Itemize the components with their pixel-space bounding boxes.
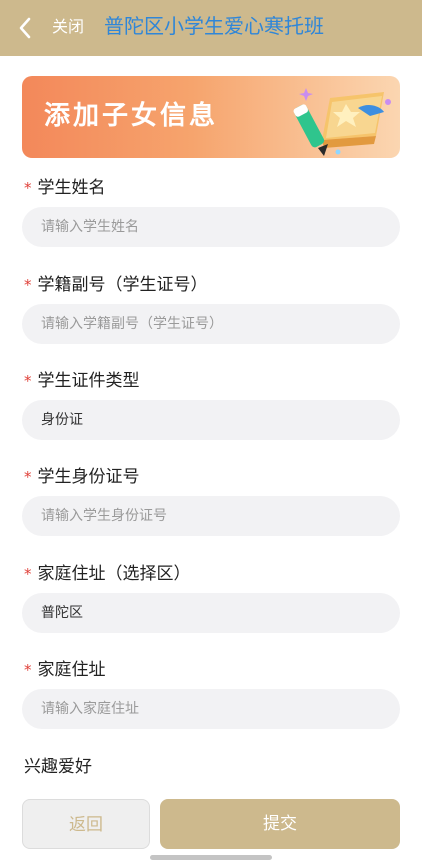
student-number-label: * 学籍副号（学生证号）	[24, 275, 208, 295]
district-label: * 家庭住址（选择区）	[24, 564, 191, 584]
top-nav-bar: 关闭 普陀区小学生爱心寒托班	[0, 0, 422, 56]
student-name-label: * 学生姓名	[24, 178, 106, 198]
student-number-input[interactable]: 请输入学籍副号（学生证号）	[22, 304, 400, 344]
student-name-input[interactable]: 请输入学生姓名	[22, 207, 400, 247]
id-number-label: * 学生身份证号	[24, 467, 140, 487]
submit-button[interactable]: 提交	[160, 799, 400, 849]
return-button[interactable]: 返回	[22, 799, 150, 849]
back-button[interactable]	[14, 16, 36, 40]
id-type-label: * 学生证件类型	[24, 371, 140, 391]
book-pencil-star-illustration	[293, 88, 391, 156]
page-title: 普陀区小学生爱心寒托班	[104, 14, 324, 38]
home-indicator	[150, 855, 272, 860]
banner-title: 添加子女信息	[44, 101, 219, 131]
district-select[interactable]: 普陀区	[22, 593, 400, 633]
add-child-info-banner: 添加子女信息	[22, 76, 400, 158]
address-label: * 家庭住址	[24, 660, 106, 680]
close-button[interactable]: 关闭	[52, 16, 84, 38]
address-input[interactable]: 请输入家庭住址	[22, 689, 400, 729]
hobby-label: 兴趣爱好	[24, 757, 92, 777]
id-number-input[interactable]: 请输入学生身份证号	[22, 496, 400, 536]
chevron-left-icon	[19, 17, 31, 39]
id-type-select[interactable]: 身份证	[22, 400, 400, 440]
